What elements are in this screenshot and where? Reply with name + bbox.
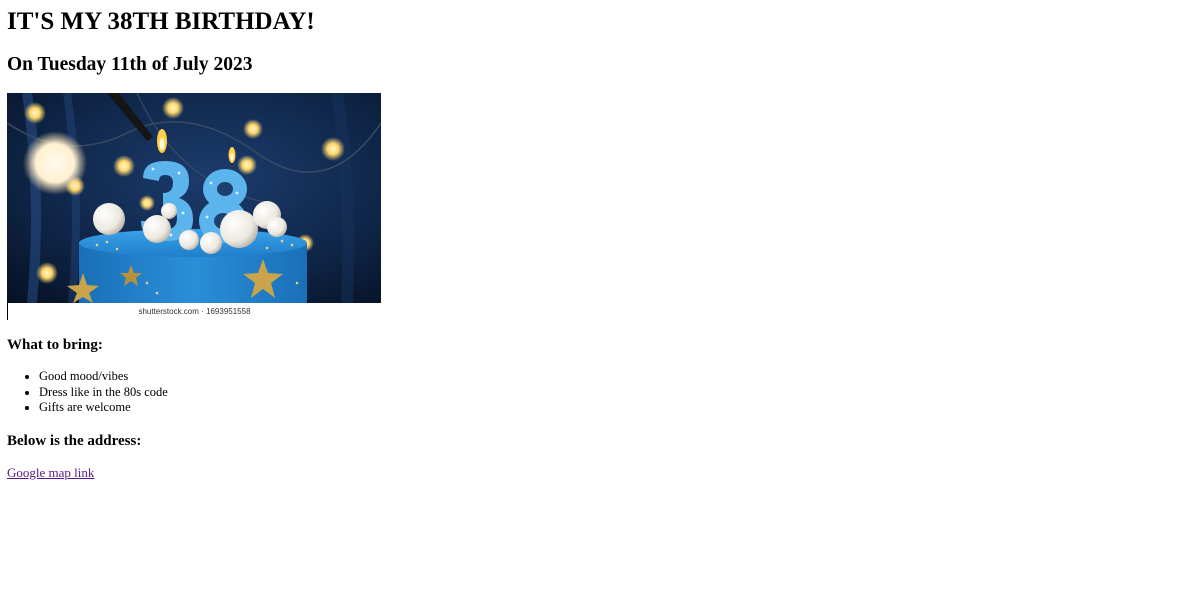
address-heading: Below is the address: bbox=[7, 432, 142, 449]
what-to-bring-heading: What to bring: bbox=[7, 337, 103, 353]
list-item: Gifts are welcome bbox=[39, 400, 1179, 416]
page-title: IT'S MY 38TH BIRTHDAY! bbox=[7, 8, 315, 35]
google-map-link[interactable]: Google map link bbox=[7, 465, 94, 481]
list-item: Dress like in the 80s code bbox=[39, 385, 1179, 401]
page: IT'S MY 38TH BIRTHDAY! On Tuesday 11th o… bbox=[0, 0, 1179, 590]
bring-list: Good mood/vibes Dress like in the 80s co… bbox=[7, 369, 1179, 416]
image-credit: shutterstock.com · 1693951558 bbox=[7, 303, 381, 320]
list-item: Good mood/vibes bbox=[39, 369, 1179, 385]
cake-illustration bbox=[7, 93, 381, 303]
birthday-cake-image: shutterstock.com · 1693951558 bbox=[7, 93, 381, 320]
date-subtitle: On Tuesday 11th of July 2023 bbox=[7, 54, 253, 75]
